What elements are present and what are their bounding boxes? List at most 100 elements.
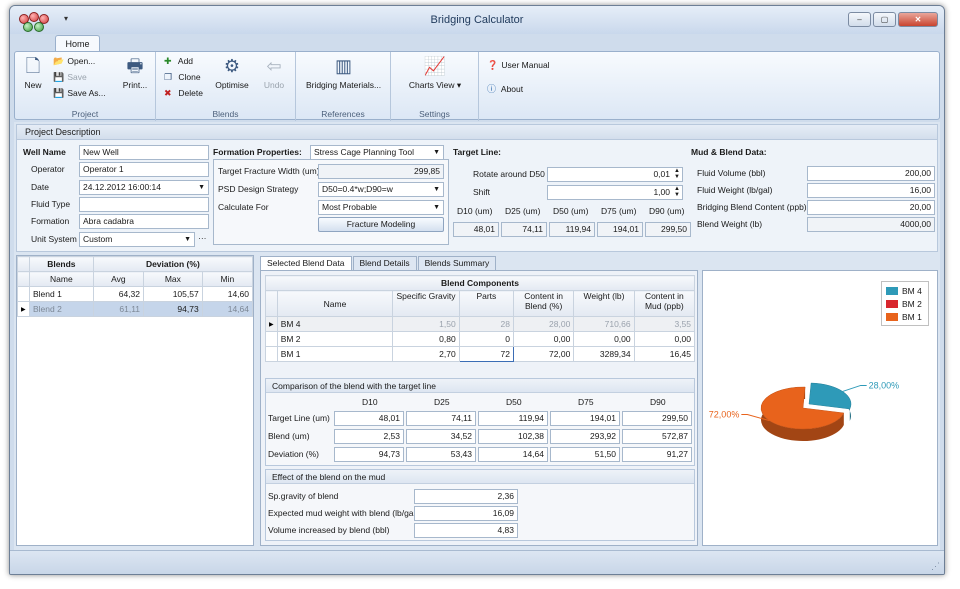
parts-cell[interactable]: 28 <box>458 316 515 332</box>
sg-cell[interactable]: 0,80 <box>392 331 460 347</box>
col-weight-header[interactable]: Weight (lb) <box>573 290 635 317</box>
spinner-arrows-icon[interactable]: ▲ ▼ <box>674 186 680 198</box>
weight-cell: 710,66 <box>573 316 635 332</box>
pie-data-label: 72,00% <box>709 410 740 420</box>
unit-system-more-button[interactable]: ··· <box>198 233 207 243</box>
col-mud-header[interactable]: Content in Mud (ppb) <box>633 290 696 317</box>
undo-button[interactable]: ⇦ Undo <box>258 55 290 90</box>
parts-cell[interactable]: 72 <box>458 346 515 362</box>
table-row[interactable]: BM 2 0,80 0 0,00 0,00 0,00 <box>265 331 696 347</box>
open-button[interactable]: 📂 Open... <box>53 56 95 67</box>
charts-view-button[interactable]: 📈 Charts View ▾ <box>397 55 473 91</box>
operator-field[interactable]: Operator 1 <box>79 162 209 177</box>
component-name-cell[interactable]: BM 2 <box>276 331 394 347</box>
formation-properties-label: Formation Properties: <box>213 147 302 157</box>
shift-spinner[interactable]: 1,00 ▲ ▼ <box>547 185 683 200</box>
psd-strategy-select[interactable]: D50=0.4*w;D90=w ▼ <box>318 182 444 197</box>
chevron-down-icon: ▾ <box>456 80 462 90</box>
max-cell[interactable]: 105,57 <box>143 286 203 302</box>
formation-field[interactable]: Abra cadabra <box>79 214 209 229</box>
maximize-button[interactable]: ▢ <box>873 12 896 27</box>
fluid-weight-field[interactable]: 16,00 <box>807 183 935 198</box>
col-max-header[interactable]: Max <box>143 271 203 287</box>
delete-button[interactable]: ✖ Delete <box>164 88 203 99</box>
bridging-materials-button[interactable]: ▥ Bridging Materials... <box>300 55 387 90</box>
component-name-cell[interactable]: BM 4 <box>276 316 394 332</box>
about-button[interactable]: ⓘ About <box>487 82 523 95</box>
legend-label: BM 4 <box>902 285 922 296</box>
col-name-header[interactable]: Name <box>29 271 94 287</box>
optimise-button[interactable]: ⚙ Optimise <box>214 55 250 90</box>
blend-weight-field: 4000,00 <box>807 217 935 232</box>
table-row[interactable]: Blend 1 64,32 105,57 14,60 <box>17 286 254 302</box>
date-field[interactable]: 24.12.2012 16:00:14 ▼ <box>79 180 209 195</box>
minimize-button[interactable]: – <box>848 12 871 27</box>
col-avg-header[interactable]: Avg <box>92 271 145 287</box>
blend-name-cell[interactable]: Blend 2 <box>29 301 94 317</box>
component-name-cell[interactable]: BM 1 <box>276 346 394 362</box>
fracture-modeling-button[interactable]: Fracture Modeling <box>318 217 444 232</box>
printer-icon: 🖶 <box>126 56 144 76</box>
legend-label: BM 1 <box>902 311 922 322</box>
comparison-cell: 91,27 <box>622 447 692 462</box>
well-name-field[interactable]: New Well <box>79 145 209 160</box>
psd-strategy-value: D50=0.4*w;D90=w <box>322 184 393 194</box>
parts-cell[interactable]: 0 <box>458 331 515 347</box>
table-row[interactable]: BM 1 2,70 72 72,00 3289,34 16,45 <box>265 346 696 362</box>
formation-label: Formation <box>31 216 70 226</box>
chevron-down-icon: ▼ <box>184 236 191 243</box>
new-button[interactable]: 🗋 New <box>19 55 47 90</box>
min-cell[interactable]: 14,64 <box>201 301 254 317</box>
resize-grip-icon[interactable]: ⋰ <box>931 561 940 572</box>
chevron-down-icon[interactable]: ▼ <box>198 181 205 194</box>
comparison-row-label: Target Line (um) <box>268 413 330 423</box>
unit-system-label: Unit System <box>31 234 77 244</box>
components-table: Blend Components Name Specific Gravity P… <box>265 275 696 362</box>
tab-blend-details[interactable]: Blend Details <box>352 256 417 270</box>
pie-slice-top <box>808 382 852 410</box>
tab-blends-summary[interactable]: Blends Summary <box>417 256 497 270</box>
col-content-header[interactable]: Content in Blend (%) <box>512 290 575 317</box>
save-icon: 💾 <box>53 72 65 82</box>
project-description-header: Project Description <box>17 125 937 140</box>
spinner-arrows-icon[interactable]: ▲ ▼ <box>674 168 680 180</box>
pie-data-label: 28,00% <box>869 380 900 390</box>
bridging-content-label: Bridging Blend Content (ppb) <box>697 202 807 212</box>
max-cell[interactable]: 94,73 <box>143 301 203 317</box>
fluid-type-field[interactable] <box>79 197 209 212</box>
mud-blend-label: Mud & Blend Data: <box>691 147 767 157</box>
print-button[interactable]: 🖶 Print... <box>119 55 151 90</box>
save-button[interactable]: 💾 Save <box>53 72 87 83</box>
avg-cell[interactable]: 64,32 <box>92 286 145 302</box>
fracture-box: Target Fracture Width (um) 299,85 PSD De… <box>213 159 449 245</box>
unit-system-select[interactable]: Custom ▼ <box>79 232 195 247</box>
expected-mud-weight-value: 16,09 <box>414 506 518 521</box>
col-sg-header[interactable]: Specific Gravity <box>392 290 460 317</box>
bridging-content-field[interactable]: 20,00 <box>807 200 935 215</box>
table-row-selected[interactable]: ▶ Blend 2 61,11 94,73 14,64 <box>17 301 254 317</box>
add-button[interactable]: ✚ Add <box>164 56 193 67</box>
comparison-cell: 299,50 <box>622 411 692 426</box>
avg-cell[interactable]: 61,11 <box>92 301 145 317</box>
tab-selected-blend-data[interactable]: Selected Blend Data <box>260 256 352 270</box>
user-manual-button[interactable]: ❓ User Manual <box>487 60 550 71</box>
sg-cell[interactable]: 2,70 <box>392 346 460 362</box>
fluid-volume-field[interactable]: 200,00 <box>807 166 935 181</box>
close-button[interactable]: ✕ <box>898 12 938 27</box>
col-min-header[interactable]: Min <box>201 271 254 287</box>
table-row-selected[interactable]: ▶ BM 4 1,50 28 28,00 710,66 3,55 <box>265 316 696 332</box>
col-parts-header[interactable]: Parts <box>458 290 515 317</box>
clone-button[interactable]: ❐ Clone <box>164 72 201 83</box>
sg-cell[interactable]: 1,50 <box>392 316 460 332</box>
volume-increased-value: 4,83 <box>414 523 518 538</box>
save-as-button[interactable]: 💾 Save As... <box>53 88 106 99</box>
deviation-group-header: Deviation (%) <box>92 256 254 272</box>
min-cell[interactable]: 14,60 <box>201 286 254 302</box>
col-name-header[interactable]: Name <box>276 290 394 317</box>
target-line-value: 74,11 <box>501 222 547 237</box>
row-indicator <box>265 331 278 347</box>
rotate-spinner[interactable]: 0,01 ▲ ▼ <box>547 167 683 182</box>
formation-mode-select[interactable]: Stress Cage Planning Tool ▼ <box>310 145 444 160</box>
blend-name-cell[interactable]: Blend 1 <box>29 286 94 302</box>
calculate-for-select[interactable]: Most Probable ▼ <box>318 200 444 215</box>
